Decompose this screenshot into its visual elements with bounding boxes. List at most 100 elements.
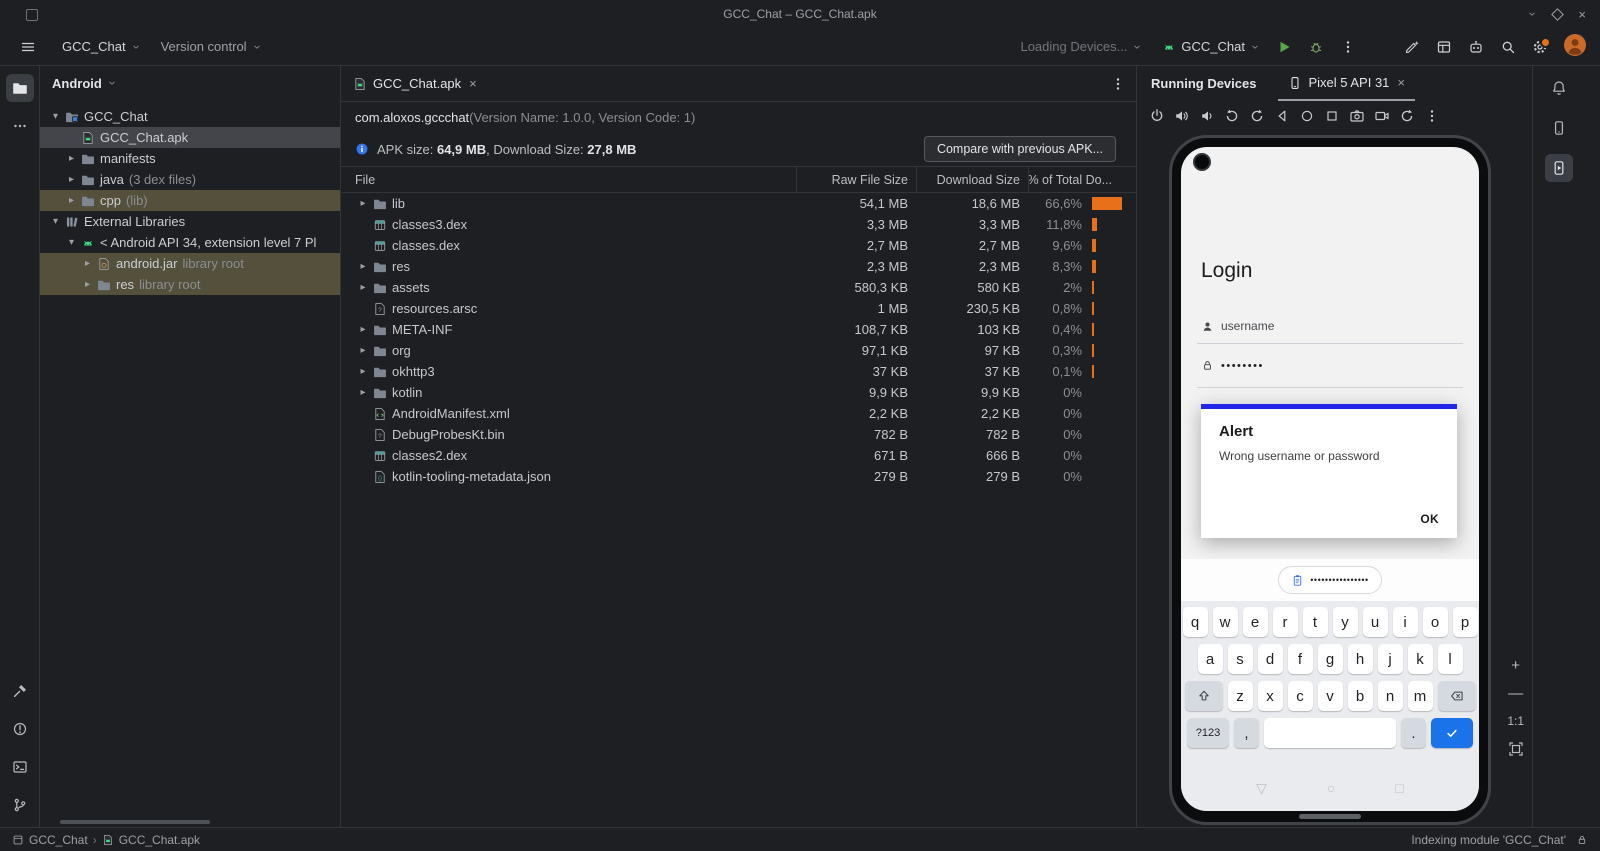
key-shift[interactable] [1184,681,1223,711]
more-options-icon[interactable] [1424,108,1440,124]
key-i[interactable]: i [1392,607,1418,637]
volume-up-icon[interactable] [1174,108,1190,124]
problems-icon[interactable] [6,715,34,743]
screenshot-icon[interactable] [1349,108,1365,124]
close-icon[interactable]: × [1397,75,1405,90]
key-b[interactable]: b [1347,681,1373,711]
apk-row-lib[interactable]: ▸ lib 54,1 MB 18,6 MB 66,6% [341,193,1136,214]
expand-chevron-icon[interactable]: ▾ [48,111,63,122]
expand-chevron-icon[interactable]: ▸ [64,195,79,206]
project-folder-icon[interactable] [5,74,34,102]
zoom-reset-button[interactable]: 1:1 [1507,714,1524,728]
key-period[interactable]: . [1401,718,1426,748]
username-field[interactable]: username [1201,319,1274,333]
expand-chevron-icon[interactable]: ▸ [355,261,371,272]
debug-button[interactable] [1308,39,1324,55]
key-e[interactable]: e [1242,607,1268,637]
password-suggestion-chip[interactable]: •••••••••••••••• [1278,566,1382,594]
layout-icon[interactable] [1436,39,1452,55]
apk-row-classes-dex[interactable]: classes.dex 2,7 MB 2,7 MB 9,6% [341,235,1136,256]
running-devices-icon[interactable] [1545,154,1573,182]
key-q[interactable]: q [1182,607,1208,637]
restart-icon[interactable] [1399,108,1415,124]
close-window-button[interactable]: × [1578,7,1586,22]
tab-gcc-chat-apk[interactable]: GCC_Chat.apk × [341,66,489,101]
more-tool-windows-icon[interactable] [6,112,34,140]
vcs-widget[interactable]: Version control [161,39,262,54]
settings-icon[interactable] [1532,36,1551,55]
apk-row-classes3-dex[interactable]: classes3.dex 3,3 MB 3,3 MB 11,8% [341,214,1136,235]
key-r[interactable]: r [1272,607,1298,637]
tab-pixel-5-api-31[interactable]: Pixel 5 API 31 × [1278,66,1416,101]
key-s[interactable]: s [1227,644,1253,674]
screen-record-icon[interactable] [1374,108,1390,124]
key-d[interactable]: d [1257,644,1283,674]
expand-chevron-icon[interactable]: ▾ [48,216,63,227]
key-n[interactable]: n [1377,681,1403,711]
expand-chevron-icon[interactable]: ▸ [355,345,371,356]
key-backspace[interactable] [1437,681,1476,711]
zoom-in-button[interactable]: + [1511,658,1520,673]
tree-item-res[interactable]: ▸ res library root [40,274,340,295]
version-control-icon[interactable] [6,791,34,819]
run-button[interactable] [1276,39,1292,55]
tree-item-external-libraries[interactable]: ▾ External Libraries [40,211,340,232]
expand-chevron-icon[interactable]: ▸ [355,324,371,335]
key-l[interactable]: l [1437,644,1463,674]
key-u[interactable]: u [1362,607,1388,637]
apk-row-kotlin[interactable]: ▸ kotlin 9,9 KB 9,9 KB 0% [341,382,1136,403]
tree-item-java[interactable]: ▸ java (3 dex files) [40,169,340,190]
key-w[interactable]: w [1212,607,1238,637]
key-z[interactable]: z [1227,681,1253,711]
breadcrumb-root[interactable]: GCC_Chat [29,833,88,847]
key-t[interactable]: t [1302,607,1328,637]
breadcrumb-file[interactable]: GCC_Chat.apk [119,833,200,847]
expand-chevron-icon[interactable]: ▸ [64,153,79,164]
tree-item-android-api-34-extension-level-7-pl[interactable]: ▾ < Android API 34, extension level 7 Pl [40,232,340,253]
key-o[interactable]: o [1422,607,1448,637]
key-p[interactable]: p [1452,607,1478,637]
rotate-right-icon[interactable] [1249,108,1265,124]
tree-item-gcc-chat-apk[interactable]: GCC_Chat.apk [40,127,340,148]
expand-chevron-icon[interactable]: ▸ [80,279,95,290]
tab-options-icon[interactable] [1110,76,1126,92]
tree-item-gcc-chat[interactable]: ▾ GCC_Chat [40,106,340,127]
project-widget[interactable]: GCC_Chat [62,39,141,54]
alert-ok-button[interactable]: OK [1420,512,1439,526]
overview-icon[interactable] [1324,108,1340,124]
expand-chevron-icon[interactable]: ▸ [355,198,371,209]
search-icon[interactable] [1500,39,1516,55]
tree-item-cpp[interactable]: ▸ cpp (lib) [40,190,340,211]
minimize-button[interactable] [1527,9,1537,19]
terminal-icon[interactable] [6,753,34,781]
maximize-button[interactable] [1551,7,1565,21]
device-manager-icon[interactable] [1545,114,1573,142]
nav-overview-icon[interactable]: □ [1395,780,1403,796]
expand-chevron-icon[interactable]: ▸ [64,174,79,185]
key-y[interactable]: y [1332,607,1358,637]
apk-row-kotlin-tooling-metadata-json[interactable]: {} kotlin-tooling-metadata.json 279 B 279 B… [341,466,1136,487]
key-g[interactable]: g [1317,644,1343,674]
build-icon[interactable] [6,677,34,705]
volume-down-icon[interactable] [1199,108,1215,124]
main-menu-icon[interactable] [14,35,42,59]
rotate-left-icon[interactable] [1224,108,1240,124]
password-field[interactable]: •••••••• [1201,359,1264,372]
apk-row-debugprobeskt-bin[interactable]: ? DebugProbesKt.bin 782 B 782 B 0% [341,424,1136,445]
column-raw-size[interactable]: Raw File Size [796,167,916,192]
apk-row-androidmanifest-xml[interactable]: AndroidManifest.xml 2,2 KB 2,2 KB 0% [341,403,1136,424]
avatar[interactable] [1564,34,1586,59]
fit-screen-icon[interactable] [1508,741,1524,757]
emulator-screen[interactable]: Login username •••••••• Alert Wrong user… [1181,147,1479,811]
column-download-size[interactable]: Download Size [916,167,1028,192]
apk-row-okhttp3[interactable]: ▸ okhttp3 37 KB 37 KB 0,1% [341,361,1136,382]
key-c[interactable]: c [1287,681,1313,711]
zoom-out-button[interactable]: — [1508,686,1523,701]
expand-chevron-icon[interactable]: ▸ [355,366,371,377]
key-a[interactable]: a [1197,644,1223,674]
tree-item-android-jar[interactable]: ▸ android.jar library root [40,253,340,274]
nav-back-icon[interactable]: ▽ [1256,780,1267,797]
apk-row-assets[interactable]: ▸ assets 580,3 KB 580 KB 2% [341,277,1136,298]
tree-item-manifests[interactable]: ▸ manifests [40,148,340,169]
expand-chevron-icon[interactable]: ▸ [355,282,371,293]
